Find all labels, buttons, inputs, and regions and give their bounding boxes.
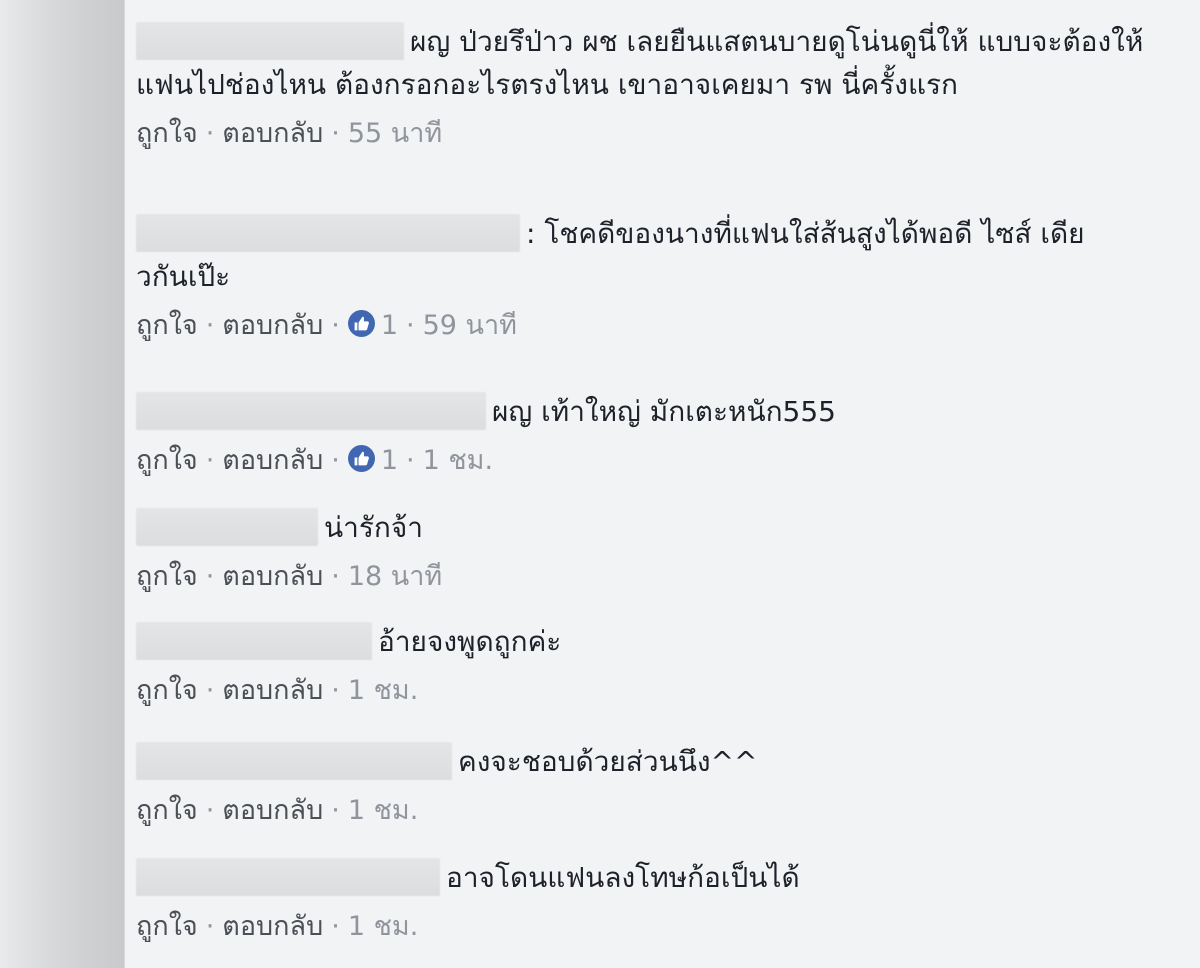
commenter-name-redacted[interactable]	[136, 392, 486, 430]
separator-dot: ·	[406, 445, 415, 476]
reply-link[interactable]: ตอบกลับ	[222, 118, 323, 149]
separator-dot: ·	[406, 310, 415, 341]
commenter-name-redacted[interactable]	[136, 858, 440, 896]
comment-actions: ถูกใจ · ตอบกลับ · 1 · 1 ชม.	[136, 443, 1176, 479]
comment-body: น่ารักจ้า	[136, 506, 1176, 549]
comment-body: ผญ เท้าใหญ่ มักเตะหนัก555	[136, 390, 1176, 433]
separator-dot: ·	[205, 911, 215, 942]
separator-dot: ·	[331, 675, 340, 706]
like-link[interactable]: ถูกใจ	[136, 911, 198, 942]
thumbs-up-icon[interactable]	[347, 310, 375, 337]
separator-dot: ·	[331, 118, 340, 149]
separator-dot: ·	[331, 911, 340, 942]
separator-dot: ·	[331, 561, 340, 592]
comment-text: อ้ายจงพูดถูกค่ะ	[378, 625, 562, 658]
comment-item: : โชคดีของนางที่แฟนใส่ส้นสูงได้พอดี ไซส์…	[136, 212, 1176, 344]
comment-timestamp[interactable]: 1 ชม.	[348, 675, 418, 706]
like-link[interactable]: ถูกใจ	[136, 561, 198, 592]
comment-text: ผญ เท้าใหญ่ มักเตะหนัก555	[492, 395, 836, 428]
comment-actions: ถูกใจ · ตอบกลับ · 55 นาที	[136, 116, 1176, 152]
reply-link[interactable]: ตอบกลับ	[222, 445, 323, 476]
comment-body: : โชคดีของนางที่แฟนใส่ส้นสูงได้พอดี ไซส์…	[136, 212, 1176, 298]
comment-actions: ถูกใจ · ตอบกลับ · 18 นาที	[136, 559, 1176, 595]
like-link[interactable]: ถูกใจ	[136, 675, 198, 706]
like-link[interactable]: ถูกใจ	[136, 795, 198, 826]
comment-actions: ถูกใจ · ตอบกลับ · 1 · 59 นาที	[136, 308, 1176, 344]
comment-item: คงจะชอบด้วยส่วนนึง^^ ถูกใจ · ตอบกลับ · 1 ชม.	[136, 740, 1176, 829]
reaction-count[interactable]: 1	[381, 445, 398, 476]
comment-actions: ถูกใจ · ตอบกลับ · 1 ชม.	[136, 793, 1176, 829]
like-link[interactable]: ถูกใจ	[136, 310, 198, 341]
reply-link[interactable]: ตอบกลับ	[222, 795, 323, 826]
comment-item: น่ารักจ้า ถูกใจ · ตอบกลับ · 18 นาที	[136, 506, 1176, 595]
commenter-name-redacted[interactable]	[136, 742, 452, 780]
comment-text: คงจะชอบด้วยส่วนนึง^^	[458, 745, 758, 778]
comment-text: อาจโดนแฟนลงโทษก้อเป็นได้	[446, 861, 800, 894]
separator-dot: ·	[205, 310, 215, 341]
comment-actions: ถูกใจ · ตอบกลับ · 1 ชม.	[136, 909, 1176, 945]
comment-item: อาจโดนแฟนลงโทษก้อเป็นได้ ถูกใจ · ตอบกลับ · 1…	[136, 856, 1176, 945]
separator-dot: ·	[331, 445, 340, 476]
separator-dot: ·	[205, 445, 215, 476]
comment-timestamp[interactable]: 1 ชม.	[348, 795, 418, 826]
commenter-name-redacted[interactable]	[136, 508, 318, 546]
separator-dot: ·	[331, 310, 340, 341]
commenter-name-redacted[interactable]	[136, 22, 404, 60]
reply-link[interactable]: ตอบกลับ	[222, 310, 323, 341]
separator-dot: ·	[331, 795, 340, 826]
separator-dot: ·	[205, 561, 215, 592]
comment-timestamp[interactable]: 1 ชม.	[423, 445, 493, 476]
comment-timestamp[interactable]: 55 นาที	[348, 118, 442, 149]
separator-dot: ·	[205, 795, 215, 826]
comment-timestamp[interactable]: 18 นาที	[348, 561, 442, 592]
comment-text: น่ารักจ้า	[324, 511, 423, 544]
comment-timestamp[interactable]: 59 นาที	[423, 310, 517, 341]
separator-dot: ·	[205, 118, 215, 149]
comment-body: คงจะชอบด้วยส่วนนึง^^	[136, 740, 1176, 783]
reply-link[interactable]: ตอบกลับ	[222, 675, 323, 706]
reaction-count[interactable]: 1	[381, 310, 398, 341]
reply-link[interactable]: ตอบกลับ	[222, 911, 323, 942]
separator-dot: ·	[205, 675, 215, 706]
comment-item: ผญ เท้าใหญ่ มักเตะหนัก555 ถูกใจ · ตอบกลับ ·…	[136, 390, 1176, 479]
comment-item: อ้ายจงพูดถูกค่ะ ถูกใจ · ตอบกลับ · 1 ชม.	[136, 620, 1176, 709]
avatar-column	[0, 0, 125, 968]
comment-body: อาจโดนแฟนลงโทษก้อเป็นได้	[136, 856, 1176, 899]
commenter-name-redacted[interactable]	[136, 622, 372, 660]
commenter-name-redacted[interactable]	[136, 214, 520, 252]
comment-actions: ถูกใจ · ตอบกลับ · 1 ชม.	[136, 673, 1176, 709]
thumbs-up-icon[interactable]	[347, 445, 375, 472]
like-link[interactable]: ถูกใจ	[136, 118, 198, 149]
like-link[interactable]: ถูกใจ	[136, 445, 198, 476]
reply-link[interactable]: ตอบกลับ	[222, 561, 323, 592]
comment-timestamp[interactable]: 1 ชม.	[348, 911, 418, 942]
comment-item: ผญ ป่วยรึป่าว ผช เลยยืนแสตนบายดูโน่นดูนี…	[136, 20, 1176, 152]
comment-body: ผญ ป่วยรึป่าว ผช เลยยืนแสตนบายดูโน่นดูนี…	[136, 20, 1176, 106]
comment-body: อ้ายจงพูดถูกค่ะ	[136, 620, 1176, 663]
